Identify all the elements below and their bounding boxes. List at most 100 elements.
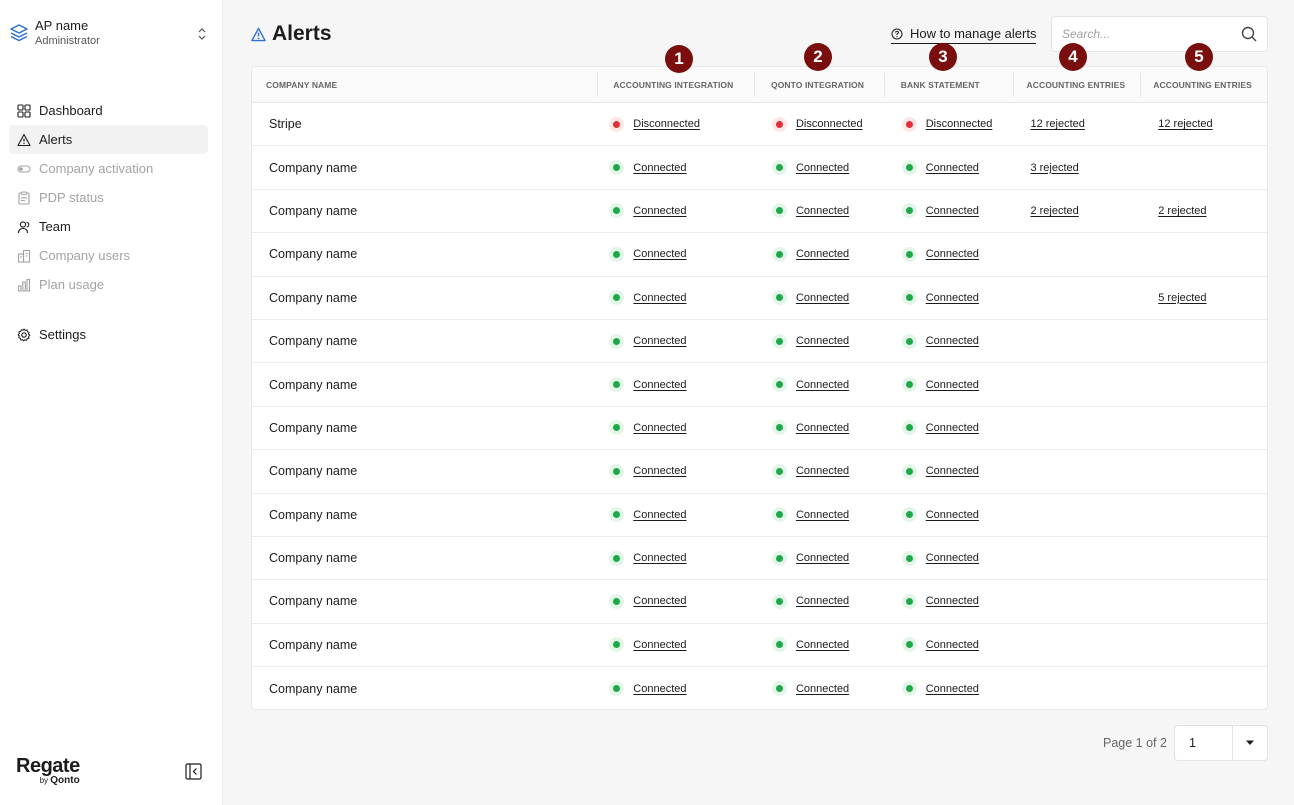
qonto-integration-status-link[interactable]: Connected [796,639,849,651]
bank-statement-cell: Connected [884,146,1013,188]
qonto-integration-status-link[interactable]: Connected [796,595,849,607]
sidebar-item-company-activation[interactable]: Company activation [9,154,208,183]
accounting-integration-status-link[interactable]: Connected [633,683,686,695]
table-row[interactable]: Company name Connected Connected Connected [252,580,1267,624]
accounting-integration-status-link[interactable]: Connected [633,205,686,217]
accounting-integration-status-link[interactable]: Connected [633,335,686,347]
sidebar-item-label: Alerts [39,132,73,147]
accounting-entries-1-rejected-link[interactable]: 12 rejected [1030,118,1084,130]
sidebar-item-label: Team [39,219,71,234]
marker-3: 3 [929,43,957,71]
table-row[interactable]: Company name Connected Connected Connected [252,537,1267,581]
collapse-sidebar-icon[interactable] [185,763,202,780]
accounting-integration-status-link[interactable]: Disconnected [633,118,700,130]
bank-statement-status-link[interactable]: Connected [926,205,979,217]
sidebar: AP name Administrator Dashboard Alerts Com… [0,0,223,805]
table-row[interactable]: Company name Connected Connected Connected [252,624,1267,668]
qonto-integration-status-link[interactable]: Connected [796,162,849,174]
accounting-integration-status-link[interactable]: Connected [633,379,686,391]
qonto-integration-cell: Disconnected [754,103,884,145]
gear-icon [17,328,31,341]
sidebar-item-dashboard[interactable]: Dashboard [9,96,208,125]
qonto-integration-status-link[interactable]: Disconnected [796,118,863,130]
column-header-qonto-integration[interactable]: Qonto integration [753,67,884,103]
layers-icon [10,24,28,42]
accounting-entries-1-rejected-link[interactable]: 2 rejected [1030,205,1078,217]
sidebar-item-pdp-status[interactable]: PDP status [9,183,208,212]
bank-statement-status-link[interactable]: Connected [926,465,979,477]
marker-5: 5 [1185,43,1213,71]
sidebar-item-company-users[interactable]: Company users [9,241,208,270]
table-row[interactable]: Company name Connected Connected Connected [252,407,1267,451]
company-name-cell: Company name [269,551,358,566]
bank-statement-cell: Connected [884,277,1013,319]
qonto-integration-status-link[interactable]: Connected [796,683,849,695]
accounting-entries-2-rejected-link[interactable]: 2 rejected [1158,205,1206,217]
accounting-entries-1-cell [1012,233,1140,275]
table-row[interactable]: Company name Connected Connected Connected [252,233,1267,277]
accounting-entries-2-rejected-link[interactable]: 12 rejected [1158,118,1212,130]
qonto-integration-status-link[interactable]: Connected [796,248,849,260]
accounting-integration-status-link[interactable]: Connected [633,509,686,521]
search-icon[interactable] [1241,26,1257,42]
accounting-integration-status-link[interactable]: Connected [633,248,686,260]
qonto-integration-status-link[interactable]: Connected [796,205,849,217]
column-header-bank-statement[interactable]: Bank statement [883,67,1013,103]
table-row[interactable]: Company name Connected Connected Connected 5… [252,277,1267,320]
account-switcher[interactable]: AP name Administrator [9,18,213,50]
accounting-integration-status-link[interactable]: Connected [633,639,686,651]
accounting-entries-2-rejected-link[interactable]: 5 rejected [1158,292,1206,304]
accounting-entries-2-cell [1140,580,1267,622]
accounting-integration-status-link[interactable]: Connected [633,465,686,477]
accounting-integration-status-link[interactable]: Connected [633,422,686,434]
qonto-integration-status-link[interactable]: Connected [796,552,849,564]
table-row[interactable]: Company name Connected Connected Connected [252,363,1267,407]
qonto-integration-status-link[interactable]: Connected [796,422,849,434]
accounting-integration-status-link[interactable]: Connected [633,292,686,304]
qonto-integration-status-link[interactable]: Connected [796,465,849,477]
table-row[interactable]: Stripe Disconnected Disconnected Disconnect… [252,103,1267,147]
accounting-entries-1-rejected-link[interactable]: 3 rejected [1030,162,1078,174]
column-header-accounting-entries-1[interactable]: Accounting entries [1012,67,1141,103]
table-body: Stripe Disconnected Disconnected Disconnect… [252,103,1267,709]
bank-statement-status-link[interactable]: Connected [926,248,979,260]
qonto-integration-status-link[interactable]: Connected [796,509,849,521]
accounting-integration-status-link[interactable]: Connected [633,162,686,174]
qonto-integration-status-link[interactable]: Connected [796,292,849,304]
qonto-integration-cell: Connected [754,494,884,536]
sidebar-item-team[interactable]: Team [9,212,208,241]
bank-statement-status-link[interactable]: Connected [926,422,979,434]
sidebar-item-plan-usage[interactable]: Plan usage [9,270,208,299]
bank-statement-status-link[interactable]: Connected [926,595,979,607]
bank-statement-status-link[interactable]: Connected [926,162,979,174]
column-header-accounting-entries-2[interactable]: Accounting entries [1140,67,1267,103]
qonto-integration-cell: Connected [754,537,884,579]
table-row[interactable]: Company name Connected Connected Connected 2… [252,190,1267,234]
accounting-entries-2-cell [1140,667,1267,709]
column-header-company-name[interactable]: Company name [252,67,597,103]
page-select[interactable]: 1 [1174,725,1268,761]
bank-statement-status-link[interactable]: Connected [926,639,979,651]
bank-statement-status-link[interactable]: Disconnected [926,118,993,130]
table-row[interactable]: Company name Connected Connected Connected 3… [252,146,1267,190]
accounting-integration-cell: Connected [597,450,754,492]
table-row[interactable]: Company name Connected Connected Connected [252,320,1267,364]
table-row[interactable]: Company name Connected Connected Connected [252,667,1267,709]
sidebar-item-label: Dashboard [39,103,103,118]
sidebar-item-settings[interactable]: Settings [9,320,208,349]
bank-statement-status-link[interactable]: Connected [926,509,979,521]
team-icon [17,220,30,233]
how-to-manage-alerts-link[interactable]: How to manage alerts [891,26,1037,44]
accounting-integration-status-link[interactable]: Connected [633,595,686,607]
accounting-integration-status-link[interactable]: Connected [633,552,686,564]
qonto-integration-status-link[interactable]: Connected [796,379,849,391]
bank-statement-status-link[interactable]: Connected [926,552,979,564]
bank-statement-status-link[interactable]: Connected [926,335,979,347]
sidebar-item-alerts[interactable]: Alerts [9,125,208,154]
bank-statement-status-link[interactable]: Connected [926,292,979,304]
table-row[interactable]: Company name Connected Connected Connected [252,494,1267,537]
bank-statement-status-link[interactable]: Connected [926,379,979,391]
table-row[interactable]: Company name Connected Connected Connected [252,450,1267,494]
bank-statement-status-link[interactable]: Connected [926,683,979,695]
qonto-integration-status-link[interactable]: Connected [796,335,849,347]
